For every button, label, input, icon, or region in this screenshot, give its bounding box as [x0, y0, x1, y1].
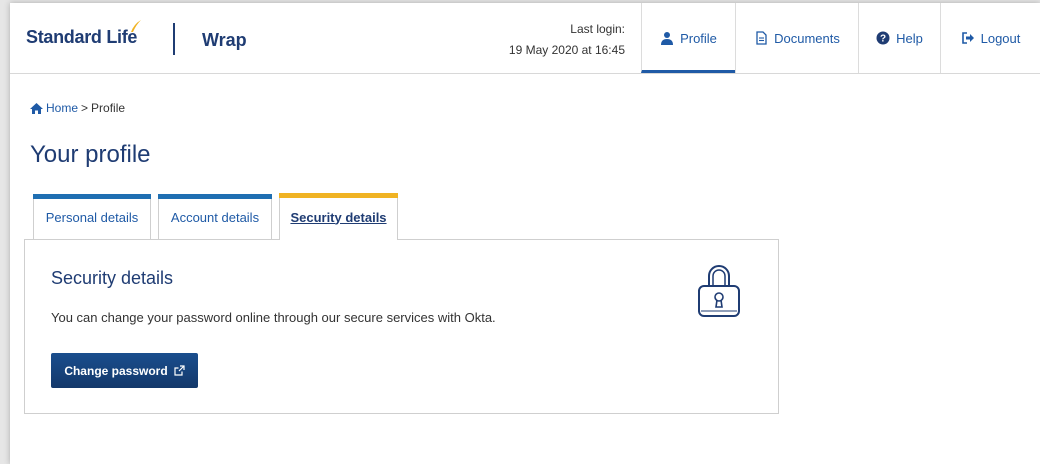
product-name: Wrap — [202, 30, 247, 50]
nav-logout-label: Logout — [980, 30, 1021, 46]
svg-text:?: ? — [880, 34, 886, 45]
nav-logout[interactable]: Logout — [940, 3, 1040, 73]
logout-icon — [961, 32, 974, 44]
nav-profile[interactable]: Profile — [641, 3, 735, 73]
last-login-label: Last login: — [570, 22, 625, 36]
security-panel: Security details You can change your pas… — [24, 239, 779, 414]
breadcrumb-home-label: Home — [46, 101, 79, 115]
home-icon — [30, 102, 43, 114]
nav-documents[interactable]: Documents — [735, 3, 858, 73]
breadcrumb: Home > Profile — [30, 101, 125, 115]
tab-accent-bar — [158, 194, 272, 199]
last-login-value: 19 May 2020 at 16:45 — [508, 43, 625, 57]
top-nav: Profile Documents ? Help Logout — [641, 3, 1040, 73]
nav-documents-label: Documents — [774, 30, 840, 46]
tab-accent-bar — [279, 193, 398, 198]
brand-logo: Standard Life — [26, 27, 138, 47]
panel-title: Security details — [51, 268, 174, 288]
brand-swoosh-icon — [131, 20, 141, 32]
tab-accent-bar — [33, 194, 151, 199]
tab-security-details[interactable]: Security details — [279, 193, 398, 240]
padlock-icon — [698, 265, 740, 317]
header: Standard Life Wrap Last login: 19 May 20… — [10, 3, 1040, 74]
user-icon — [661, 32, 674, 45]
last-login: Last login: 19 May 2020 at 16:45 — [509, 19, 625, 61]
tab-personal-details-label: Personal details — [45, 209, 139, 225]
external-link-icon — [174, 365, 185, 376]
change-password-label: Change password — [64, 363, 168, 378]
breadcrumb-current: Profile — [91, 101, 126, 115]
page-title: Your profile — [30, 141, 151, 168]
change-password-button[interactable]: Change password — [51, 353, 198, 388]
nav-profile-label: Profile — [680, 30, 717, 46]
document-icon — [756, 31, 767, 45]
tab-personal-details[interactable]: Personal details — [33, 194, 151, 239]
brand-divider — [173, 23, 175, 55]
help-icon: ? — [876, 31, 890, 45]
panel-description: You can change your password online thro… — [51, 310, 496, 325]
nav-help-label: Help — [896, 30, 923, 46]
breadcrumb-home[interactable]: Home — [30, 101, 78, 115]
nav-help[interactable]: ? Help — [858, 3, 940, 73]
tab-security-details-label: Security details — [290, 209, 387, 225]
page: Standard Life Wrap Last login: 19 May 20… — [10, 3, 1040, 464]
tab-account-details-label: Account details — [170, 209, 260, 225]
breadcrumb-separator: > — [81, 101, 89, 115]
tab-account-details[interactable]: Account details — [158, 194, 272, 239]
